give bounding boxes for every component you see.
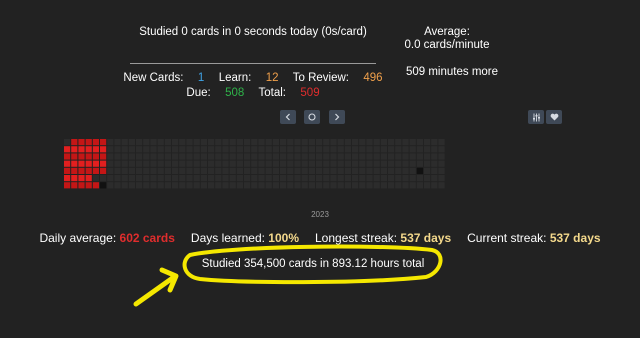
highlight-annotation <box>133 244 443 307</box>
arrow-icon <box>133 267 179 307</box>
highlight-ellipse <box>182 244 443 285</box>
